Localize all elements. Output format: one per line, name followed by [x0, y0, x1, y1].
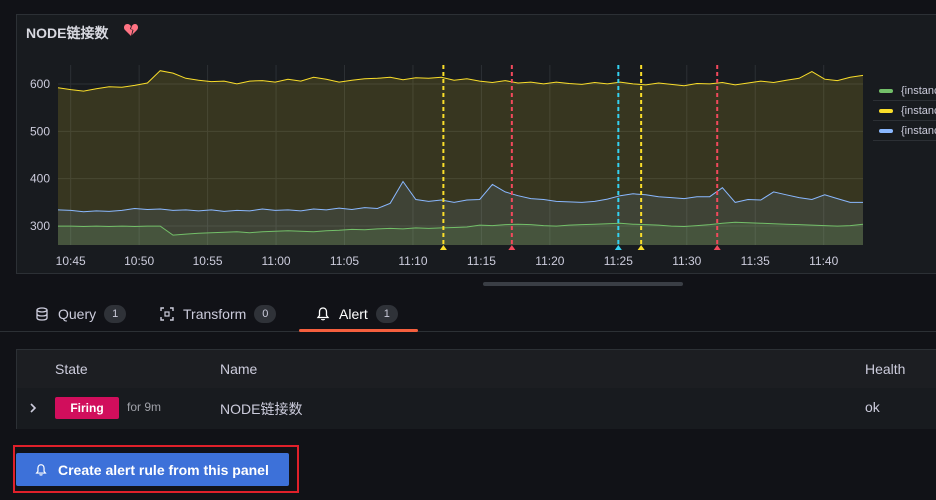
state-duration: for 9m	[127, 400, 162, 414]
time-series-chart[interactable]: 300 400 500 600 10:45 10:50 10:55 11:00 11:05 11:…	[17, 15, 872, 275]
x-tick-label: 10:45	[56, 254, 86, 268]
legend-item[interactable]: {instance	[873, 101, 936, 121]
table-row[interactable]: Firing for 9m NODE链接数 ok	[17, 388, 936, 429]
tab-count-badge: 1	[104, 305, 127, 323]
x-tick-label: 11:25	[604, 254, 633, 268]
legend-label: {instance	[901, 124, 936, 137]
x-tick-label: 11:15	[467, 254, 496, 268]
x-tick-label: 11:05	[330, 254, 359, 268]
create-alert-rule-button[interactable]: Create alert rule from this panel	[16, 453, 289, 486]
legend-swatch	[879, 88, 893, 93]
transform-icon	[160, 307, 174, 321]
x-tick-label: 11:35	[741, 254, 770, 268]
database-icon	[36, 307, 48, 321]
legend-swatch	[879, 108, 893, 113]
x-tick-label: 11:30	[672, 254, 701, 268]
column-header-state: State	[55, 361, 88, 377]
x-tick-label: 10:50	[124, 254, 154, 268]
column-header-health: Health	[865, 361, 906, 377]
chevron-right-icon[interactable]	[26, 401, 40, 415]
state-badge: Firing	[55, 397, 119, 419]
legend-swatch	[879, 128, 893, 133]
x-tick-label: 11:10	[398, 254, 427, 268]
legend: {instance {instance {instance	[873, 81, 936, 141]
active-tab-indicator	[299, 329, 418, 332]
x-tick-label: 11:00	[261, 254, 290, 268]
tab-label: Transform	[183, 306, 247, 322]
tab-query[interactable]: Query 1	[34, 296, 127, 332]
annotation-marker	[439, 245, 447, 250]
legend-label: {instance	[901, 104, 936, 117]
legend-label: {instance	[901, 84, 936, 97]
tab-count-badge: 1	[375, 305, 398, 323]
graph-panel: NODE链接数 300 400 500 600 10:45 10:50 10:55 11:00…	[16, 14, 936, 274]
x-tick-label: 11:40	[809, 254, 838, 268]
annotation-marker	[713, 245, 721, 250]
editor-tabs: Query 1 Transform 0 Alert 1	[0, 296, 936, 332]
x-tick-label: 11:20	[535, 254, 564, 268]
annotation-marker	[508, 245, 516, 250]
tab-label: Alert	[339, 306, 368, 322]
bell-icon	[316, 307, 330, 321]
x-tick-label: 10:55	[193, 254, 223, 268]
y-tick-label: 600	[30, 77, 50, 91]
legend-item[interactable]: {instance	[873, 121, 936, 141]
tab-label: Query	[58, 306, 97, 322]
y-tick-label: 400	[30, 172, 50, 186]
bell-icon	[35, 463, 47, 476]
legend-item[interactable]: {instance	[873, 81, 936, 101]
tab-transform[interactable]: Transform 0	[159, 296, 277, 332]
y-tick-label: 300	[30, 219, 50, 233]
tab-count-badge: 0	[254, 305, 277, 323]
annotation-marker	[637, 245, 645, 250]
create-button-label: Create alert rule from this panel	[58, 461, 269, 478]
rule-name: NODE链接数	[220, 401, 303, 417]
rule-health: ok	[865, 399, 880, 415]
column-header-name: Name	[220, 361, 258, 377]
horizontal-scrollbar[interactable]	[483, 282, 683, 286]
annotation-marker	[614, 245, 622, 250]
y-tick-label: 500	[30, 124, 50, 138]
alert-rules-table: State Name Health Firing for 9m NODE链接数 …	[16, 349, 936, 429]
table-header: State Name Health	[17, 350, 936, 388]
tab-alert[interactable]: Alert 1	[315, 296, 398, 332]
